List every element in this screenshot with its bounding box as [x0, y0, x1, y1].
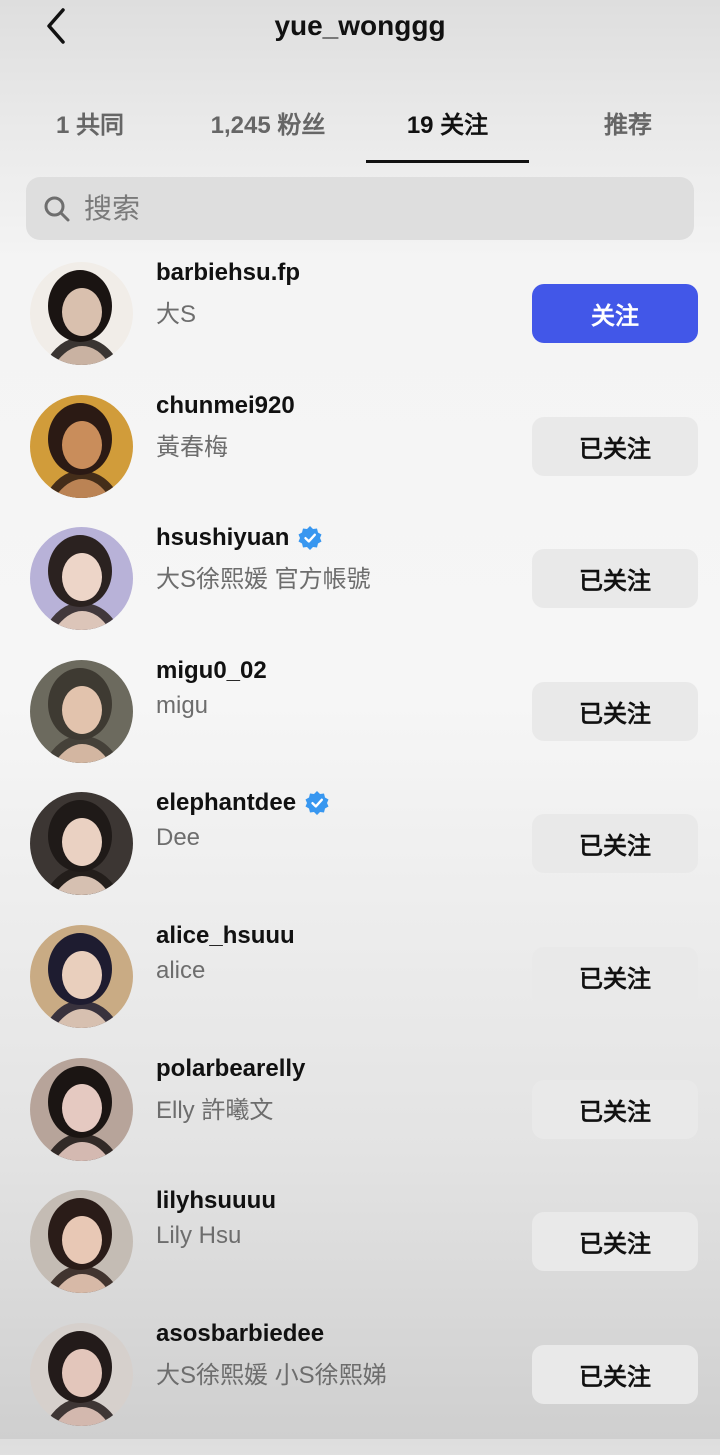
avatar[interactable]: [30, 1322, 133, 1426]
following-button[interactable]: 已关注: [532, 549, 698, 609]
username[interactable]: alice_hsuuu: [156, 922, 295, 950]
display-name: Elly 許曦文: [156, 1096, 274, 1124]
search-bar[interactable]: [26, 177, 694, 240]
verified-badge-icon: [297, 525, 323, 551]
avatar[interactable]: [30, 1057, 133, 1161]
list-item[interactable]: barbiehsu.fp 大S 关注: [0, 259, 720, 394]
search-icon: [44, 196, 70, 222]
list-item[interactable]: migu0_02migu 已关注: [0, 657, 720, 792]
following-button[interactable]: 已关注: [532, 814, 698, 874]
follow-button[interactable]: 关注: [532, 284, 698, 343]
display-name: 大S: [156, 301, 197, 328]
username[interactable]: migu0_02: [156, 657, 267, 685]
display-name: migu: [156, 691, 209, 719]
username-text: barbiehsu.fp: [156, 259, 301, 286]
username[interactable]: chunmei920: [156, 392, 295, 420]
avatar[interactable]: [30, 1190, 133, 1294]
username[interactable]: asosbarbiedee: [156, 1320, 324, 1348]
following-button[interactable]: 已关注: [532, 1079, 698, 1139]
page-title: yue_wonggg: [274, 10, 446, 41]
username-text: asosbarbiedee: [156, 1319, 325, 1347]
username-text: chunmei920: [156, 391, 295, 419]
list-item[interactable]: asosbarbiedee 大S徐熙媛 小S徐熙娣 已关注: [0, 1320, 720, 1455]
avatar[interactable]: [30, 925, 133, 1028]
list-item[interactable]: chunmei920 黃春梅 已关注: [0, 392, 720, 527]
following-button[interactable]: 已关注: [532, 681, 698, 741]
avatar[interactable]: [30, 262, 133, 365]
username[interactable]: polarbearelly: [156, 1055, 305, 1083]
tab-bar: 1 共同 1,245 粉丝 19 关注 推荐: [0, 100, 720, 166]
avatar[interactable]: [30, 792, 133, 896]
display-name: Dee: [156, 824, 201, 852]
tab-followers[interactable]: 1,245 粉丝: [188, 100, 348, 166]
list-item[interactable]: elephantdee Dee 已关注: [0, 789, 720, 924]
display-name: Lily Hsu: [156, 1222, 242, 1250]
list-item[interactable]: alice_hsuuualice 已关注: [0, 922, 720, 1057]
username-text: lilyhsuuuu: [156, 1187, 276, 1215]
username-text: hsushiyuan: [156, 524, 290, 552]
display-name: 大S徐熙媛 官方帳號: [156, 566, 371, 594]
username-text: migu0_02: [156, 656, 267, 684]
following-button[interactable]: 已关注: [532, 1344, 698, 1404]
username[interactable]: elephantdee: [156, 789, 330, 817]
username-text: elephantdee: [156, 789, 297, 817]
username[interactable]: barbiehsu.fp: [156, 259, 300, 287]
following-button[interactable]: 已关注: [532, 1212, 698, 1272]
tab-mutual[interactable]: 1 共同: [38, 100, 142, 166]
avatar[interactable]: [30, 527, 133, 631]
display-name: 黃春梅: [156, 433, 228, 461]
list-item[interactable]: hsushiyuan 大S徐熙媛 官方帳號 已关注: [0, 524, 720, 659]
following-button[interactable]: 已关注: [532, 947, 698, 1006]
username[interactable]: lilyhsuuuu: [156, 1187, 276, 1215]
username-text: polarbearelly: [156, 1054, 306, 1082]
username-text: alice_hsuuu: [156, 922, 295, 949]
top-bar: yue_wonggg: [0, 0, 720, 60]
verified-badge-icon: [304, 790, 330, 816]
display-name: alice: [156, 957, 206, 984]
search-input[interactable]: [84, 187, 664, 230]
list-item[interactable]: polarbearelly Elly 許曦文 已关注: [0, 1055, 720, 1190]
username[interactable]: hsushiyuan: [156, 524, 323, 552]
tab-following[interactable]: 19 关注: [366, 100, 529, 166]
display-name: 大S徐熙媛 小S徐熙娣: [156, 1361, 387, 1389]
avatar[interactable]: [30, 394, 133, 498]
avatar[interactable]: [30, 659, 133, 763]
active-tab-indicator: [366, 160, 529, 163]
following-button[interactable]: 已关注: [532, 416, 698, 476]
list-item[interactable]: lilyhsuuuu Lily Hsu 已关注: [0, 1187, 720, 1322]
tab-suggested[interactable]: 推荐: [588, 100, 668, 166]
